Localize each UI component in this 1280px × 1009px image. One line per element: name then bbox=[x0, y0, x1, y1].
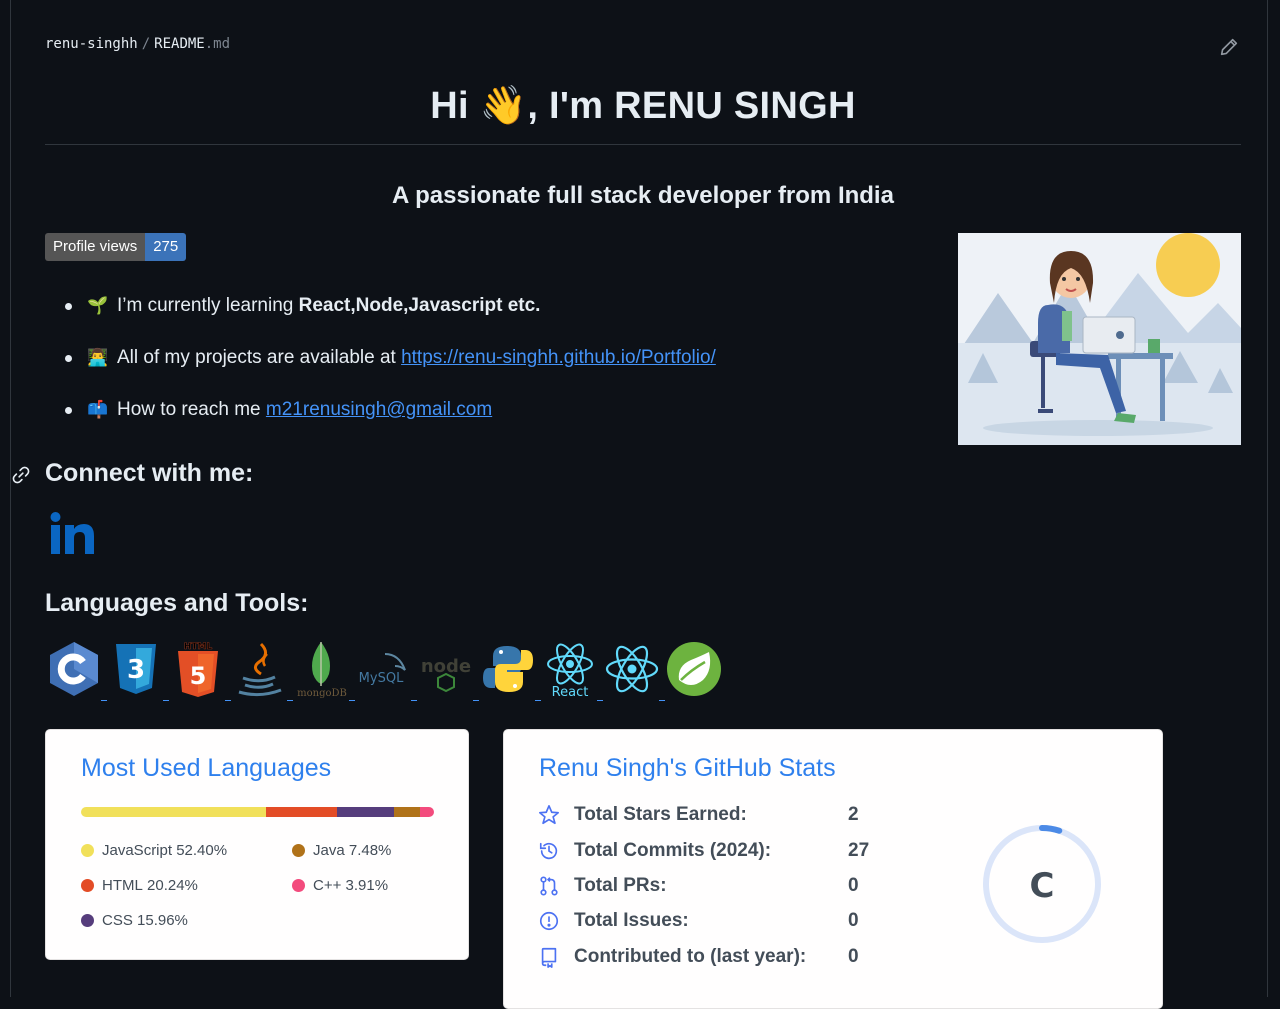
star-icon bbox=[539, 805, 559, 825]
most-used-languages-card: Most Used Languages JavaScript 52.40% HT… bbox=[45, 729, 469, 960]
pencil-icon[interactable] bbox=[1218, 36, 1240, 58]
rank-ring: C bbox=[983, 825, 1101, 943]
technologist-emoji: 👨‍💻 bbox=[87, 348, 109, 367]
mongodb-icon[interactable]: mongoDB bbox=[293, 640, 351, 698]
email-link[interactable]: m21renusingh@gmail.com bbox=[266, 399, 492, 420]
python-icon[interactable] bbox=[479, 640, 537, 698]
languages-card-title: Most Used Languages bbox=[81, 754, 332, 782]
title-divider bbox=[45, 144, 1241, 145]
languages-progress-bar bbox=[81, 807, 434, 817]
pull-request-icon bbox=[540, 876, 558, 896]
link-anchor-icon[interactable] bbox=[10, 464, 32, 486]
language-legend-item: C++ 3.91% bbox=[292, 877, 388, 894]
stat-value: 0 bbox=[848, 910, 859, 931]
connect-heading: Connect with me: bbox=[45, 459, 254, 487]
language-bar-segment bbox=[81, 807, 266, 817]
language-bar-segment bbox=[337, 807, 394, 817]
file-path: renu-singhh / README.md bbox=[45, 36, 230, 52]
stat-row: Total PRs: 0 bbox=[538, 875, 859, 897]
icon-link-underline bbox=[349, 700, 355, 701]
seedling-emoji: 🌱 bbox=[87, 296, 109, 315]
language-bar-segment bbox=[393, 807, 421, 817]
portfolio-link[interactable]: https://renu-singhh.github.io/Portfolio/ bbox=[401, 347, 716, 368]
github-stats-card: Renu Singh's GitHub Stats Total Stars Ea… bbox=[503, 729, 1163, 1009]
svg-text:HTML: HTML bbox=[184, 642, 213, 652]
readme-title: Hi 👋, I'm RENU SINGH bbox=[430, 85, 856, 127]
stat-row: Contributed to (last year): 0 bbox=[538, 946, 859, 968]
rank-grade: C bbox=[1030, 866, 1055, 906]
stat-value: 27 bbox=[848, 840, 870, 861]
language-legend-item: JavaScript 52.40% bbox=[81, 842, 227, 859]
file-name: README bbox=[154, 36, 205, 52]
stat-value: 2 bbox=[848, 804, 859, 825]
waving-hand-emoji: 👋 bbox=[479, 85, 528, 127]
list-item: 🌱 I’m currently learning React,Node,Javas… bbox=[65, 292, 716, 344]
repo-icon bbox=[541, 947, 557, 968]
stat-row: Total Issues: 0 bbox=[538, 910, 859, 932]
readme-subtitle: A passionate full stack developer from I… bbox=[392, 182, 894, 209]
icon-link-underline bbox=[473, 700, 479, 701]
svg-text:5: 5 bbox=[190, 662, 207, 690]
language-color-dot bbox=[81, 914, 94, 927]
language-bar-segment bbox=[265, 807, 338, 817]
repo-owner-link[interactable]: renu-singhh bbox=[45, 36, 138, 52]
icon-link-underline bbox=[535, 700, 541, 701]
linkedin-icon[interactable] bbox=[48, 511, 96, 555]
intro-list: 🌱 I’m currently learning React,Node,Javas… bbox=[65, 292, 716, 448]
spring-icon[interactable] bbox=[665, 640, 723, 698]
mysql-icon[interactable]: MySQL bbox=[355, 640, 413, 698]
stat-row: Total Stars Earned: 2 bbox=[538, 804, 859, 826]
path-separator: / bbox=[141, 36, 151, 52]
language-color-dot bbox=[292, 844, 305, 857]
language-color-dot bbox=[81, 844, 94, 857]
icon-link-underline bbox=[411, 700, 417, 701]
icon-link-underline bbox=[659, 700, 665, 701]
icon-link-underline bbox=[163, 700, 169, 701]
profile-views-badge[interactable]: Profile views 275 bbox=[45, 233, 187, 261]
badge-label: Profile views bbox=[45, 233, 146, 261]
icon-link-underline bbox=[287, 700, 293, 701]
html5-icon[interactable]: HTML 5 bbox=[169, 640, 227, 698]
language-color-dot bbox=[81, 879, 94, 892]
stats-card-title: Renu Singh's GitHub Stats bbox=[539, 754, 836, 782]
badge-count: 275 bbox=[145, 233, 187, 261]
java-icon[interactable] bbox=[231, 640, 289, 698]
developer-illustration bbox=[958, 233, 1241, 445]
svg-text:mongoDB: mongoDB bbox=[297, 688, 347, 698]
language-legend-item: CSS 15.96% bbox=[81, 912, 188, 929]
stat-value: 0 bbox=[848, 946, 859, 967]
svg-text:MySQL: MySQL bbox=[359, 671, 404, 686]
issue-icon bbox=[539, 911, 559, 931]
icon-link-underline bbox=[101, 700, 107, 701]
file-extension: .md bbox=[204, 36, 231, 52]
language-bar-segment bbox=[420, 807, 434, 817]
language-legend-item: HTML 20.24% bbox=[81, 877, 198, 894]
mailbox-emoji: 📫 bbox=[87, 400, 109, 419]
svg-text:React: React bbox=[552, 685, 589, 698]
language-legend-item: Java 7.48% bbox=[292, 842, 391, 859]
languages-heading: Languages and Tools: bbox=[45, 589, 309, 617]
stat-row: Total Commits (2024): 27 bbox=[538, 840, 869, 862]
svg-text:3: 3 bbox=[127, 655, 145, 685]
react-icon[interactable]: React bbox=[541, 640, 599, 698]
nodejs-icon[interactable]: node bbox=[417, 640, 475, 698]
list-item: 📫 How to reach me m21renusingh@gmail.com bbox=[65, 396, 716, 448]
icon-link-underline bbox=[597, 700, 603, 701]
c-language-icon[interactable] bbox=[45, 640, 103, 698]
react-icon[interactable] bbox=[603, 640, 661, 698]
history-icon bbox=[539, 842, 558, 860]
stat-value: 0 bbox=[848, 875, 859, 896]
icon-link-underline bbox=[225, 700, 231, 701]
css3-icon[interactable]: 3 bbox=[107, 640, 165, 698]
language-color-dot bbox=[292, 879, 305, 892]
list-item: 👨‍💻 All of my projects are available at h… bbox=[65, 344, 716, 396]
